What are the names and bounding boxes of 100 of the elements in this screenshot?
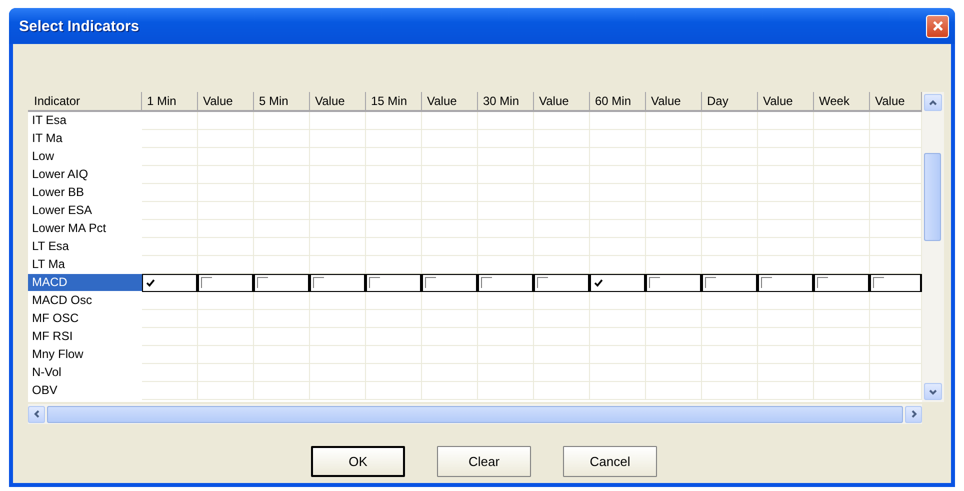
scroll-thumb[interactable] [47,406,903,423]
table-cell [142,148,198,166]
column-header[interactable]: 1 Min [142,92,198,112]
checkbox[interactable] [369,277,380,288]
table-cell [142,346,198,364]
table-cell [758,346,814,364]
table-cell [590,238,646,256]
checkbox[interactable] [145,277,156,288]
table-cell [366,166,422,184]
table-cell [254,166,310,184]
row-label[interactable]: IT Esa [28,112,142,130]
dialog-button[interactable]: Clear [437,446,531,477]
row-label[interactable]: N-Vol [28,364,142,382]
column-header[interactable]: Value [870,92,922,112]
checkbox[interactable] [649,277,660,288]
table-cell [702,328,758,346]
table-cell [646,382,702,400]
table-cell [814,364,870,382]
checkbox[interactable] [257,277,268,288]
row-label[interactable]: IT Ma [28,130,142,148]
row-label[interactable]: OBV [28,382,142,400]
dialog-button[interactable]: OK [311,446,405,477]
scroll-left-button[interactable] [28,406,45,423]
table-cell [478,202,534,220]
column-header[interactable]: Week [814,92,870,112]
column-header[interactable]: 5 Min [254,92,310,112]
column-header[interactable]: Day [702,92,758,112]
table-cell [646,112,702,130]
row-label[interactable]: MACD [28,274,142,292]
column-header[interactable]: 60 Min [590,92,646,112]
table-cell [142,166,198,184]
window-title: Select Indicators [19,18,140,34]
table-cell [254,220,310,238]
table-cell [590,148,646,166]
checkbox[interactable] [873,277,884,288]
row-label[interactable]: Lower ESA [28,202,142,220]
row-label[interactable]: Lower AIQ [28,166,142,184]
row-label[interactable]: Lower BB [28,184,142,202]
checkbox[interactable] [593,277,604,288]
table-cell [422,130,478,148]
row-label[interactable]: Low [28,148,142,166]
table-cell [590,130,646,148]
column-header[interactable]: Value [198,92,254,112]
row-label[interactable]: MACD Osc [28,292,142,310]
column-header[interactable]: Value [422,92,478,112]
checkbox[interactable] [425,277,436,288]
table-cell [310,310,366,328]
table-cell [198,328,254,346]
checkbox[interactable] [761,277,772,288]
table-cell [590,220,646,238]
row-label[interactable]: Mny Flow [28,346,142,364]
dialog-button[interactable]: Cancel [563,446,657,477]
scroll-right-button[interactable] [905,406,922,423]
row-label[interactable]: Lower MA Pct [28,220,142,238]
scroll-down-button[interactable] [924,383,942,400]
table-cell [534,328,590,346]
table-cell [478,364,534,382]
column-header[interactable]: 15 Min [366,92,422,112]
table-cell [758,112,814,130]
table-cell [254,328,310,346]
table-cell [814,184,870,202]
checkbox[interactable] [313,277,324,288]
horizontal-scrollbar[interactable] [28,404,922,424]
table-cell [254,382,310,400]
table-cell [142,238,198,256]
scroll-up-button[interactable] [924,94,942,111]
table-cell [254,364,310,382]
checkbox[interactable] [201,277,212,288]
table-cell [310,112,366,130]
table-cell [534,130,590,148]
table-cell [814,112,870,130]
table-cell [198,238,254,256]
row-label[interactable]: MF OSC [28,310,142,328]
column-header[interactable]: Value [758,92,814,112]
column-header[interactable]: Value [534,92,590,112]
table-cell [310,130,366,148]
column-header[interactable]: Indicator [28,92,142,112]
column-header[interactable]: 30 Min [478,92,534,112]
table-cell [478,238,534,256]
row-label[interactable]: MF RSI [28,328,142,346]
table-cell [814,202,870,220]
scroll-thumb[interactable] [924,153,941,241]
checkbox[interactable] [537,277,548,288]
column-header[interactable]: Value [310,92,366,112]
checkbox[interactable] [705,277,716,288]
column-header[interactable]: Value [646,92,702,112]
table-cell [758,382,814,400]
close-button[interactable] [926,14,949,38]
table-cell [198,364,254,382]
table-cell [590,166,646,184]
table-cell [254,310,310,328]
table-cell [478,112,534,130]
vertical-scrollbar[interactable] [922,92,944,402]
row-label[interactable]: LT Esa [28,238,142,256]
checkbox[interactable] [481,277,492,288]
table-cell [366,364,422,382]
table-cell [702,382,758,400]
checkbox[interactable] [817,277,828,288]
table-cell [366,292,422,310]
table-cell [590,292,646,310]
